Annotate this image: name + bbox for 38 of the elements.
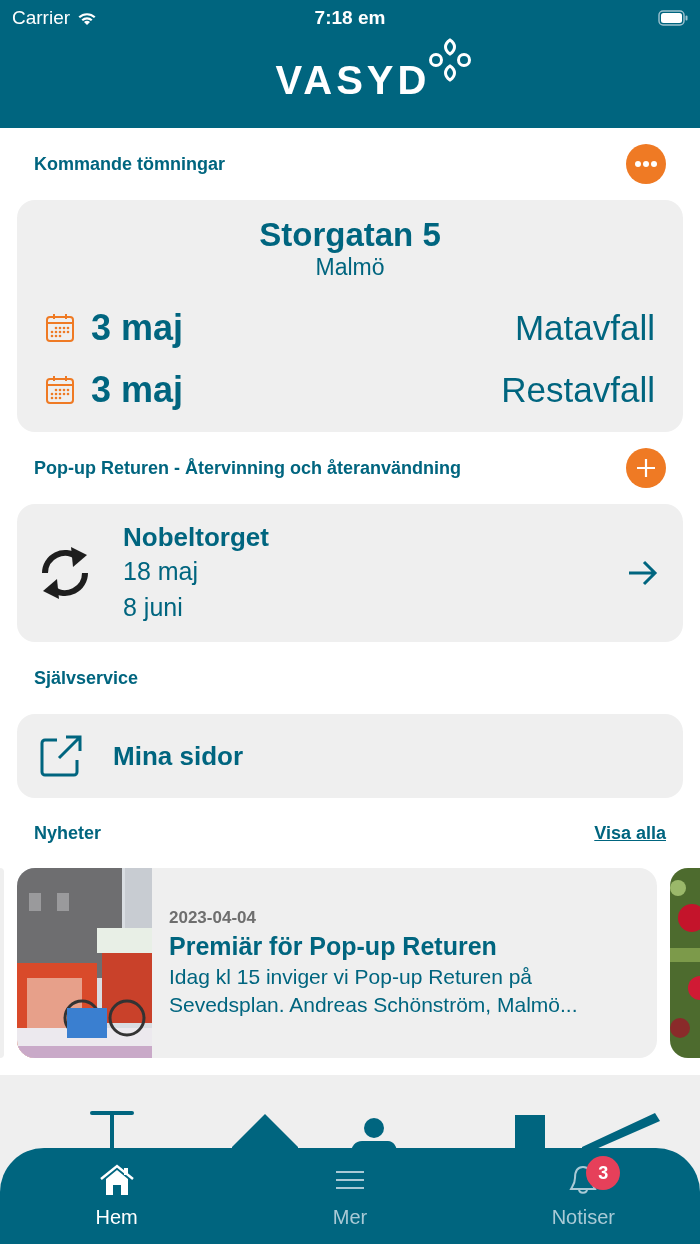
location-card[interactable]: Nobeltorget 18 maj 8 juni <box>17 504 683 642</box>
news-title: Premiär för Pop-up Returen <box>169 932 498 961</box>
more-button[interactable] <box>626 144 666 184</box>
tab[interactable]: Mer <box>260 1148 440 1244</box>
section-title: Pop-up Returen - Återvinning och återanvändning <box>34 457 462 479</box>
waste-type: Restavfall <box>501 370 655 410</box>
section-title: Kommande tömningar <box>34 153 225 175</box>
pickup-date: 3 maj <box>91 369 185 411</box>
see-all-link[interactable]: Visa alla <box>594 822 666 844</box>
news-summary: Idag kl 15 inviger vi Pop-up Returen på Sevedsplan. Andreas Schönström, Malmö... <box>169 964 579 1018</box>
status-time: 7:18 em <box>314 7 386 29</box>
news-card[interactable]: 2023-04-04 Premiär för Pop-up Returen Idag kl 15 inviger vi Pop-up Returen på Sevedsplan. Andreas Schönström, Malmö... <box>17 868 657 1058</box>
external-link-icon <box>39 734 83 778</box>
pickup-card[interactable]: Storgatan 5 Malmö 3 maj Matavfall 3 maj Restavfall <box>17 200 683 432</box>
arrow-right-icon <box>627 559 659 587</box>
logo-text: VASYD <box>275 60 431 100</box>
waste-type: Matavfall <box>514 308 655 348</box>
home-icon <box>98 1164 135 1196</box>
notification-badge: 3 <box>586 1156 621 1190</box>
event-date: 8 juni <box>123 592 184 623</box>
calendar-icon <box>45 313 75 343</box>
tab[interactable]: Hem <box>26 1148 207 1244</box>
link-card[interactable]: Mina sidor <box>17 714 683 798</box>
city-name: Malmö <box>314 254 386 281</box>
event-date: 18 maj <box>123 556 200 587</box>
place-name: Nobeltorget <box>123 521 270 553</box>
calendar-icon <box>45 375 75 405</box>
pickup-date: 3 maj <box>91 307 185 349</box>
add-button[interactable] <box>626 448 666 488</box>
link-label: Mina sidor <box>113 740 243 772</box>
menu-icon <box>334 1169 366 1191</box>
news-date: 2023-04-04 <box>169 908 257 928</box>
section-title: Nyheter <box>34 822 102 844</box>
battery-icon <box>658 10 688 26</box>
carrier-name: Carrier <box>12 7 71 29</box>
tab[interactable]: 3 Notiser <box>493 1148 674 1244</box>
section-title: Självservice <box>34 667 139 689</box>
address-title: Storgatan 5 <box>258 216 442 254</box>
